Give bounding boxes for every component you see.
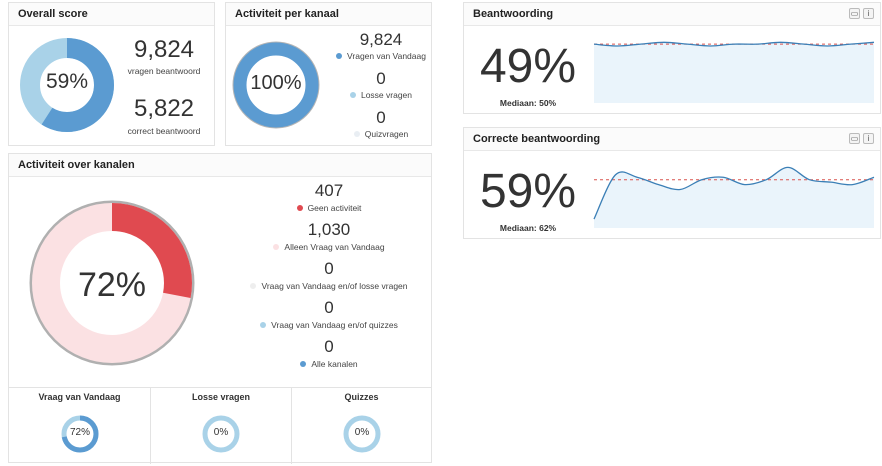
- legend-dot-icon: [349, 91, 356, 98]
- beantwoording-sparkline: [593, 41, 875, 103]
- activity-over-channels-title: Activiteit over kanalen: [9, 154, 431, 177]
- mini-tile-percent: 0%: [354, 427, 370, 438]
- correcte-beantwoording-sparkline: [593, 166, 875, 228]
- activity-item-value: 407: [314, 181, 344, 200]
- activity-percent: 72%: [77, 266, 147, 304]
- channel-item-value: 9,824: [359, 30, 403, 49]
- activity-item-vvv-losse: Vraag van Vandaag en/of losse vragen: [229, 281, 429, 291]
- activity-item-vvv-quizzes: Vraag van Vandaag en/of quizzes: [229, 320, 429, 330]
- overall-score-title: Overall score: [9, 3, 214, 26]
- mini-tile-percent: 0%: [213, 427, 229, 438]
- answered-label: vragen beantwoord: [127, 66, 201, 76]
- beantwoording-median: Mediaan: 50%: [499, 98, 557, 108]
- sparkline-area: [594, 42, 874, 103]
- mini-tile-title: Losse vragen: [191, 392, 251, 402]
- calendar-icon[interactable]: ▭: [849, 133, 860, 144]
- mini-tile-title: Vraag van Vandaag: [38, 392, 121, 402]
- legend-dot-icon: [260, 321, 267, 328]
- legend-dot-icon: [273, 243, 280, 250]
- channel-item-vragen-van-vandaag: Vragen van Vandaag: [331, 51, 431, 61]
- info-icon[interactable]: i: [863, 133, 874, 144]
- legend-dot-icon: [250, 282, 257, 289]
- correcte-beantwoording-percent: 59%: [479, 165, 577, 218]
- channel-item-value: 0: [376, 108, 386, 127]
- legend-dot-icon: [296, 204, 303, 211]
- channel-item-value: 0: [376, 69, 386, 88]
- correcte-beantwoording-median: Mediaan: 62%: [499, 223, 557, 233]
- activity-item-value: 1,030: [307, 220, 351, 239]
- activity-item-value: 0: [324, 298, 334, 317]
- legend-dot-icon: [300, 360, 307, 367]
- overall-score-card: Overall score 59% 9,824 vragen beantwoor…: [8, 2, 215, 146]
- beantwoording-card: Beantwoording ▭ i 49% Mediaan: 50%: [463, 2, 881, 114]
- mini-tile-losse-vragen: Losse vragen 0%: [151, 388, 292, 464]
- activity-item-label: Geen activiteit: [307, 203, 362, 213]
- activity-item-label: Alleen Vraag van Vandaag: [284, 242, 385, 252]
- activity-item-label: Vraag van Vandaag en/of losse vragen: [261, 281, 408, 291]
- channel-activity-percent: 100%: [250, 72, 302, 94]
- mini-tile-title: Quizzes: [344, 392, 379, 402]
- activity-item-label: Alle kanalen: [311, 359, 358, 369]
- activity-item-value: 0: [324, 259, 334, 278]
- channel-activity-title: Activiteit per kanaal: [226, 3, 431, 26]
- channel-item-label: Vragen van Vandaag: [347, 51, 426, 61]
- activity-item-label: Vraag van Vandaag en/of quizzes: [271, 320, 398, 330]
- correcte-beantwoording-card: Correcte beantwoording ▭ i 59% Mediaan: …: [463, 127, 881, 239]
- calendar-icon[interactable]: ▭: [849, 8, 860, 19]
- channel-item-label: Quizvragen: [364, 129, 409, 139]
- correct-label: correct beantwoord: [127, 126, 201, 136]
- channel-item-label: Losse vragen: [360, 90, 413, 100]
- activity-item-value: 0: [324, 337, 334, 356]
- channel-item-losse-vragen: Losse vragen: [331, 90, 431, 100]
- legend-dot-icon: [353, 130, 360, 137]
- mini-tile-percent: 72%: [69, 427, 90, 438]
- activity-item-alleen-vvv: Alleen Vraag van Vandaag: [229, 242, 429, 252]
- mini-tile-vraag-van-vandaag: Vraag van Vandaag 72%: [9, 388, 151, 464]
- activity-over-channels-card: Activiteit over kanalen 72% 407 Geen act…: [8, 153, 432, 464]
- channel-activity-card: Activiteit per kanaal 100% 9,824 Vragen …: [225, 2, 432, 146]
- info-icon[interactable]: i: [863, 8, 874, 19]
- beantwoording-title: Beantwoording: [464, 3, 880, 26]
- activity-item-geen-activiteit: Geen activiteit: [229, 203, 429, 213]
- mini-tile-quizzes: Quizzes 0%: [292, 388, 431, 464]
- correct-value: 5,822: [133, 95, 195, 122]
- overall-score-percent: 59%: [45, 70, 89, 93]
- channel-item-quizvragen: Quizvragen: [331, 129, 431, 139]
- mini-tiles-row: Vraag van Vandaag 72% Losse vragen 0% Qu…: [9, 387, 431, 464]
- activity-item-alle-kanalen: Alle kanalen: [229, 359, 429, 369]
- legend-dot-icon: [336, 52, 343, 59]
- beantwoording-percent: 49%: [479, 40, 577, 93]
- correcte-beantwoording-title: Correcte beantwoording: [464, 128, 880, 151]
- answered-value: 9,824: [133, 36, 195, 63]
